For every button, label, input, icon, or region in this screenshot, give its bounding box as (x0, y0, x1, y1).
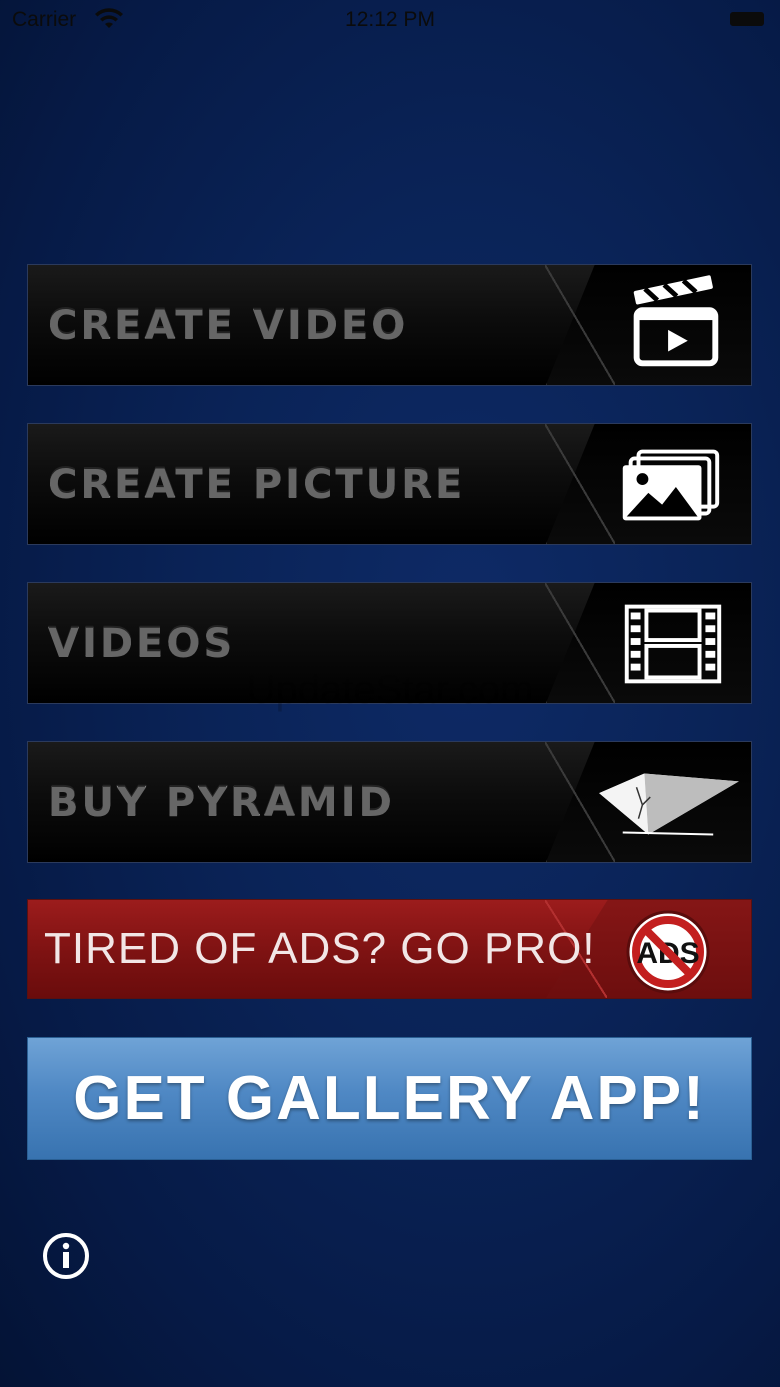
buy-pyramid-label: BUY PYRAMID (48, 742, 395, 862)
no-ads-icon: ADS (626, 910, 710, 994)
clapperboard-icon (633, 275, 719, 367)
get-gallery-app-label: GET GALLERY APP! (73, 1064, 706, 1133)
button-slash-divider (545, 583, 615, 703)
go-pro-label: TIRED OF ADS? GO PRO! (44, 924, 596, 973)
buy-pyramid-button[interactable]: BUY PYRAMID (27, 741, 752, 863)
get-gallery-app-button[interactable]: GET GALLERY APP! (27, 1037, 752, 1160)
create-picture-label: CREATE PICTURE (48, 424, 465, 544)
create-video-label: CREATE VIDEO (48, 265, 408, 385)
info-icon[interactable] (42, 1232, 90, 1280)
button-slash-divider (545, 424, 615, 544)
create-video-button[interactable]: CREATE VIDEO (27, 264, 752, 386)
film-strip-icon (624, 604, 722, 684)
videos-label: VIDEOS (48, 583, 235, 703)
status-time: 12:12 PM (345, 8, 435, 31)
status-bar: Carrier 12:12 PM (0, 0, 780, 40)
videos-button[interactable]: VIDEOS (27, 582, 752, 704)
pyramid-icon (599, 773, 739, 836)
go-pro-button[interactable]: TIRED OF ADS? GO PRO! ADS (27, 899, 752, 999)
create-picture-button[interactable]: CREATE PICTURE (27, 423, 752, 545)
button-slash-divider (545, 265, 615, 385)
battery-icon (730, 12, 764, 26)
photos-icon (622, 449, 720, 521)
